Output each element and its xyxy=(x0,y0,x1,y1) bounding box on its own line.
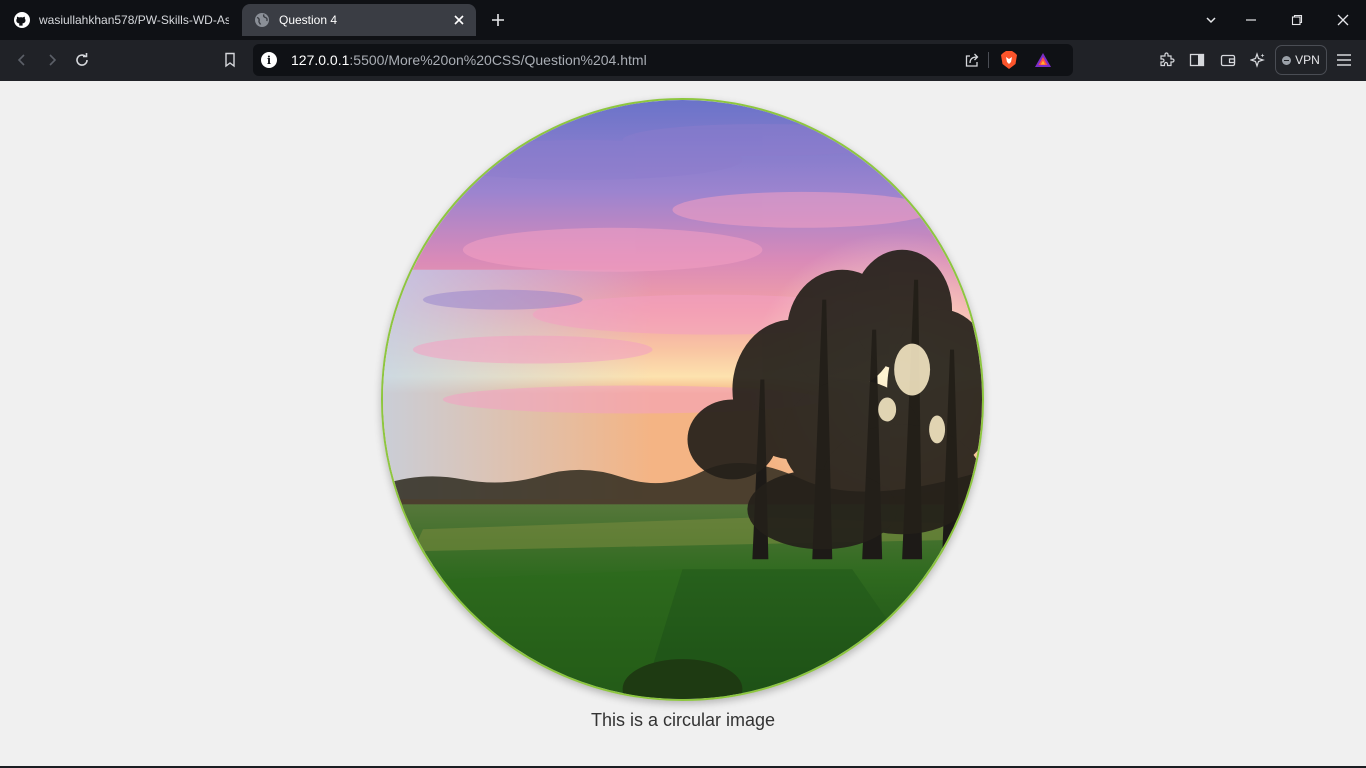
site-info-icon[interactable]: i xyxy=(261,52,277,68)
minimize-window-button[interactable] xyxy=(1239,8,1263,32)
brave-rewards-icon[interactable] xyxy=(1031,48,1055,72)
brave-shields-icon[interactable] xyxy=(997,48,1021,72)
tab-title: Question 4 xyxy=(279,13,338,27)
tab-title: wasiullahkhan578/PW-Skills-WD-Assignment… xyxy=(39,13,229,27)
url-host: 127.0.0.1 xyxy=(291,52,350,68)
url-text[interactable]: 127.0.0.1:5500/More%20on%20CSS/Question%… xyxy=(291,52,647,68)
reload-button[interactable] xyxy=(70,48,94,72)
share-icon[interactable] xyxy=(960,48,984,72)
back-button[interactable] xyxy=(10,48,34,72)
vpn-button[interactable]: VPN xyxy=(1275,45,1327,75)
tab-strip: wasiullahkhan578/PW-Skills-WD-Assignment… xyxy=(0,0,1366,40)
github-icon xyxy=(14,12,30,28)
tab-search-chevron-icon[interactable] xyxy=(1199,8,1223,32)
leo-ai-icon[interactable] xyxy=(1246,48,1270,72)
sidebar-toggle-icon[interactable] xyxy=(1185,48,1209,72)
vpn-label: VPN xyxy=(1295,53,1320,67)
menu-icon[interactable] xyxy=(1332,48,1356,72)
tab-github-repo[interactable]: wasiullahkhan578/PW-Skills-WD-Assignment… xyxy=(6,4,238,36)
url-path: :5500/More%20on%20CSS/Question%204.html xyxy=(349,52,647,68)
close-tab-icon[interactable] xyxy=(452,13,466,27)
wallet-icon[interactable] xyxy=(1216,48,1240,72)
forward-button[interactable] xyxy=(40,48,64,72)
image-caption: This is a circular image xyxy=(590,710,776,730)
sunset-landscape-picture xyxy=(383,100,982,699)
browser-toolbar: i 127.0.0.1:5500/More%20on%20CSS/Questio… xyxy=(0,40,1366,81)
restore-window-button[interactable] xyxy=(1285,8,1309,32)
address-bar[interactable]: i 127.0.0.1:5500/More%20on%20CSS/Questio… xyxy=(253,44,1073,76)
globe-icon xyxy=(254,12,270,28)
address-bar-divider xyxy=(988,52,989,68)
new-tab-button[interactable] xyxy=(488,10,508,30)
extensions-icon[interactable] xyxy=(1155,48,1179,72)
bookmark-icon[interactable] xyxy=(218,48,242,72)
page-viewport: This is a circular image xyxy=(0,81,1366,768)
circular-image xyxy=(381,98,984,701)
vpn-status-icon xyxy=(1282,55,1292,65)
tab-question-4[interactable]: Question 4 xyxy=(242,4,476,36)
close-window-button[interactable] xyxy=(1331,8,1355,32)
